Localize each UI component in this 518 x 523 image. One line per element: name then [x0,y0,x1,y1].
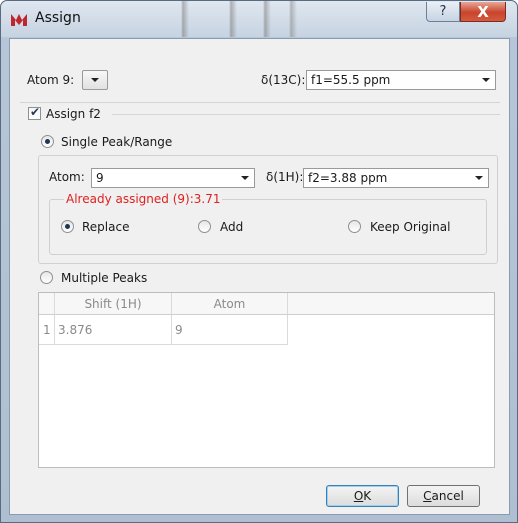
assign-dialog: Assign ? X Atom 9: δ(13C): f1=55.5 ppm ✔… [0,0,518,523]
assign-f2-label: Assign f2 [46,107,101,121]
delta-1h-dropdown[interactable]: f2=3.88 ppm [303,168,489,188]
app-icon [11,14,27,26]
row-header-corner [39,293,55,315]
add-label: Add [220,220,244,234]
keep-original-label: Keep Original [370,220,451,234]
single-peak-group: Atom: 9 δ(1H): f2=3.88 ppm Already assig… [38,155,498,264]
title-bar[interactable]: Assign ? X [1,1,517,37]
assignment-options-group: Already assigned (9):3.71 Replace Add Ke… [49,192,487,255]
replace-radio[interactable] [61,220,74,233]
chevron-down-icon [482,78,490,82]
chevron-down-icon [475,176,483,180]
column-header-filler [288,293,494,315]
peaks-table[interactable]: Shift (1H) Atom 1 3.876 9 [38,292,495,468]
divider [20,102,500,103]
delta-13c-label: δ(13C): [261,73,306,87]
atom-label: Atom 9: [27,73,75,87]
replace-label: Replace [82,220,130,234]
chevron-down-icon [91,78,99,82]
multiple-peaks-label: Multiple Peaks [61,271,148,285]
atom-select[interactable]: 9 [91,168,255,188]
row-index: 1 [39,315,55,345]
close-icon: X [477,2,489,21]
single-peak-label: Single Peak/Range [61,135,173,149]
already-assigned-warning: Already assigned (9):3.71 [64,192,223,206]
window-title: Assign [35,10,81,26]
atom-label: Atom: [49,170,85,184]
multiple-peaks-radio[interactable] [40,271,53,284]
help-icon: ? [439,4,447,19]
assign-f2-checkbox[interactable]: ✔ [28,105,41,120]
add-radio[interactable] [198,220,211,233]
keep-original-radio[interactable] [348,220,361,233]
column-header-atom[interactable]: Atom [172,293,288,315]
column-header-shift[interactable]: Shift (1H) [55,293,172,315]
table-cell-atom[interactable]: 9 [172,315,288,345]
chevron-down-icon [241,176,249,180]
delta-13c-dropdown[interactable]: f1=55.5 ppm [306,70,496,90]
single-peak-radio[interactable] [41,135,54,148]
atom-dropdown[interactable] [82,70,108,90]
delta-1h-label: δ(1H): [266,170,304,184]
ok-button[interactable]: OK [326,485,399,507]
divider [112,114,500,115]
check-icon: ✔ [30,105,41,119]
close-button[interactable]: X [460,2,506,22]
help-button[interactable]: ? [426,2,460,22]
dialog-body: Atom 9: δ(13C): f1=55.5 ppm ✔ Assign f2 … [9,38,510,515]
table-cell-shift[interactable]: 3.876 [55,315,172,345]
cancel-button[interactable]: Cancel [407,485,480,507]
